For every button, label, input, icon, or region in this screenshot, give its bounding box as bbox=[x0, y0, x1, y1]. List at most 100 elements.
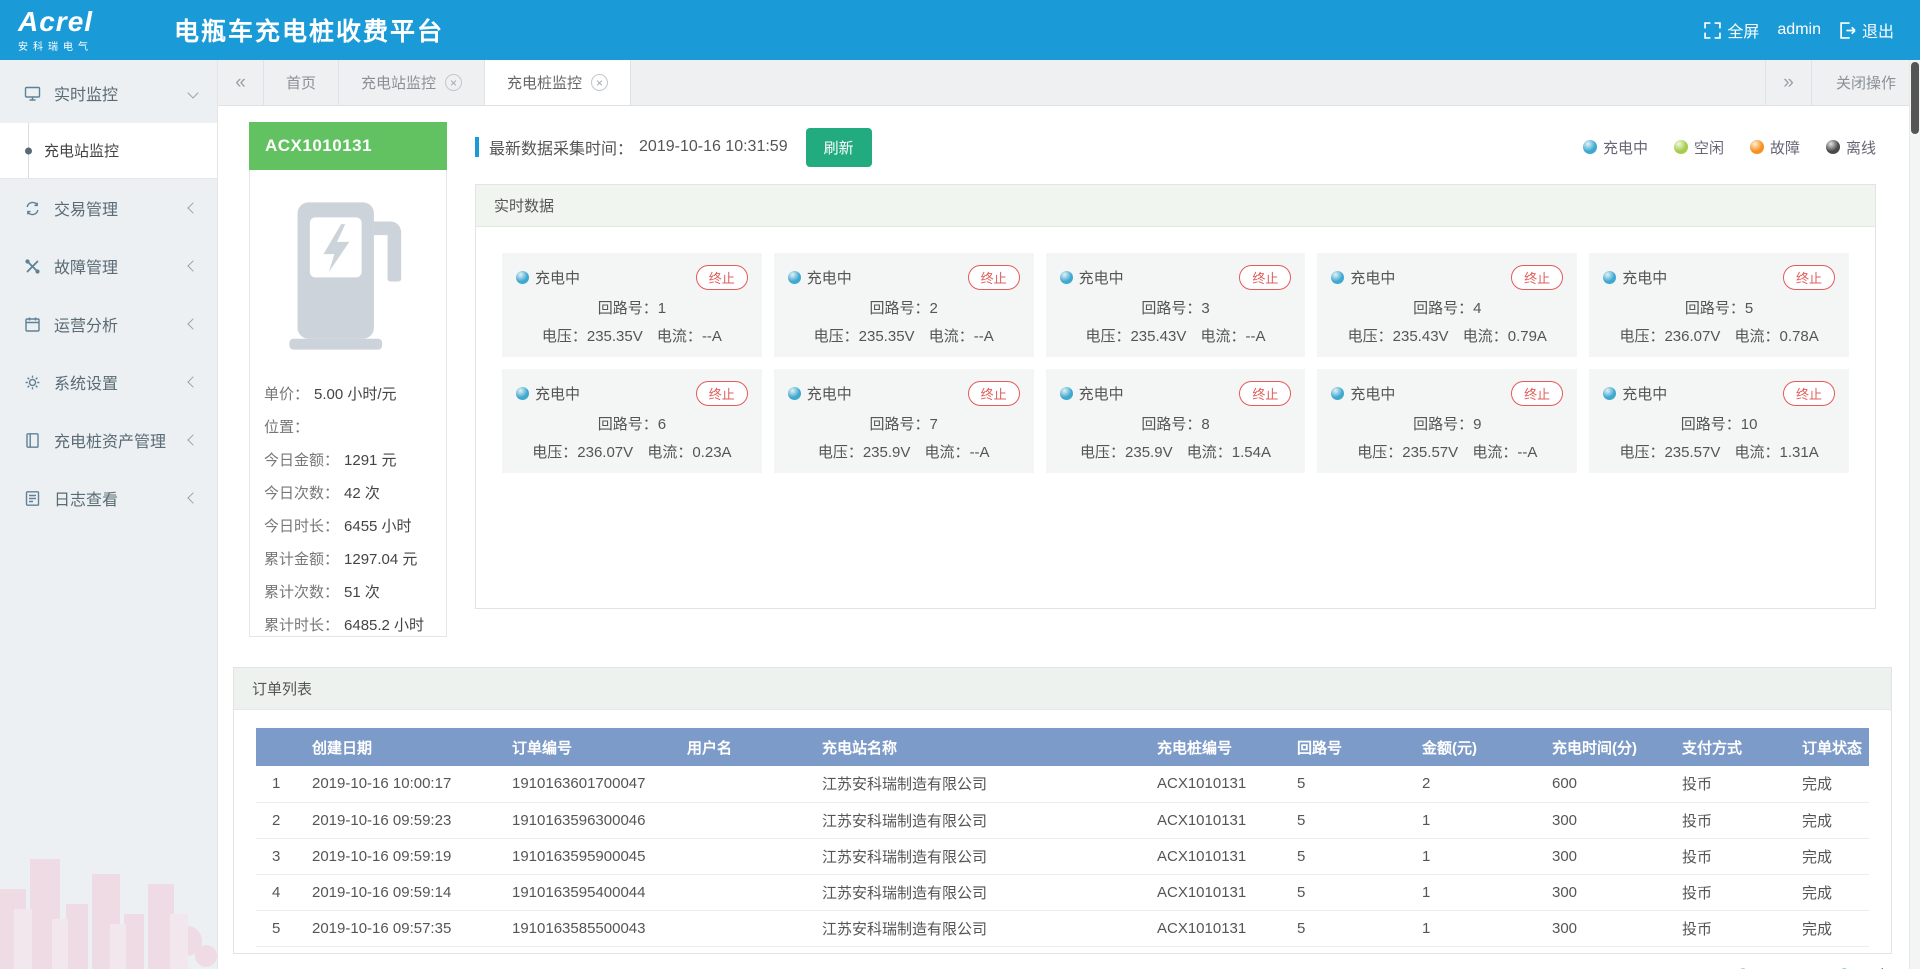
close-tab-icon[interactable] bbox=[591, 74, 608, 91]
tab-bar: 首页 充电站监控 充电桩监控 关闭操作 bbox=[218, 60, 1920, 106]
circuit-card-top: 充电中 终止 bbox=[516, 381, 748, 406]
sidebar-item-settings[interactable]: 系统设置 bbox=[0, 353, 217, 411]
orders-table-body: 1 2019-10-16 10:00:17 1910163601700047 江… bbox=[256, 766, 1869, 946]
fault-tools-icon bbox=[24, 258, 41, 275]
refresh-button[interactable]: 刷新 bbox=[806, 128, 872, 167]
terminate-button[interactable]: 终止 bbox=[1239, 265, 1291, 290]
col-order-no: 订单编号 bbox=[502, 728, 677, 766]
stat-value: 5.00 小时/元 bbox=[314, 386, 397, 403]
cell-pile: ACX1010131 bbox=[1147, 838, 1287, 874]
circuit-status: 充电中 bbox=[516, 383, 580, 404]
circuit-card: 充电中 终止 回路号：9 电压：235.57V bbox=[1317, 369, 1577, 473]
col-pay: 支付方式 bbox=[1672, 728, 1792, 766]
circuit-number-label: 回路号： bbox=[598, 300, 658, 317]
cell-station: 江苏安科瑞制造有限公司 bbox=[812, 874, 1147, 910]
circuit-number-value: 7 bbox=[930, 416, 938, 433]
circuit-card-top: 充电中 终止 bbox=[1060, 265, 1292, 290]
calendar-icon bbox=[24, 316, 41, 333]
circuit-status-label: 充电中 bbox=[1350, 267, 1395, 288]
col-status: 订单状态 bbox=[1792, 728, 1869, 766]
realtime-data-panel: 实时数据 充电中 终止 bbox=[475, 184, 1876, 609]
stat-label: 单价： bbox=[264, 386, 309, 403]
stat-value: 6485.2 小时 bbox=[344, 617, 424, 634]
next-tabs-icon[interactable] bbox=[1765, 60, 1811, 105]
circuit-number-label: 回路号： bbox=[870, 300, 930, 317]
circuit-card: 充电中 终止 回路号：3 电压：235.43V bbox=[1046, 253, 1306, 357]
terminate-button[interactable]: 终止 bbox=[1783, 265, 1835, 290]
transaction-icon bbox=[24, 200, 41, 217]
circuit-metrics-line: 电压：235.9V 电流：1.54A bbox=[1060, 441, 1292, 462]
close-tab-icon[interactable] bbox=[445, 74, 462, 91]
current-label: 电流： bbox=[925, 444, 970, 461]
terminate-button[interactable]: 终止 bbox=[1511, 381, 1563, 406]
row-index: 1 bbox=[256, 766, 302, 802]
current-label: 电流： bbox=[1735, 444, 1780, 461]
sidebar-item-station-monitor[interactable]: 充电站监控 bbox=[0, 122, 217, 178]
circuit-card: 充电中 终止 回路号：10 电压：235.57V bbox=[1589, 369, 1849, 473]
table-row: 1 2019-10-16 10:00:17 1910163601700047 江… bbox=[256, 766, 1869, 802]
cell-date: 2019-10-16 09:59:23 bbox=[302, 802, 502, 838]
content-area: 首页 充电站监控 充电桩监控 关闭操作 ACX1010131 bbox=[218, 60, 1920, 969]
cell-amount: 1 bbox=[1412, 838, 1542, 874]
scrollbar-thumb[interactable] bbox=[1911, 62, 1919, 134]
col-station: 充电站名称 bbox=[812, 728, 1147, 766]
logout-button[interactable]: 退出 bbox=[1839, 18, 1894, 42]
charging-status-icon bbox=[1331, 387, 1344, 400]
terminate-button[interactable]: 终止 bbox=[696, 381, 748, 406]
header-actions: 全屏 admin 退出 bbox=[1704, 18, 1894, 42]
tab-pile-monitor[interactable]: 充电桩监控 bbox=[485, 60, 631, 105]
chevron-left-icon bbox=[187, 318, 198, 329]
voltage-label: 电压： bbox=[814, 328, 859, 345]
fullscreen-button[interactable]: 全屏 bbox=[1704, 18, 1759, 42]
cell-minutes: 300 bbox=[1542, 838, 1672, 874]
device-stat: 今日时长：6455 小时 bbox=[264, 510, 432, 543]
log-document-icon bbox=[24, 490, 41, 507]
legend-label: 故障 bbox=[1770, 137, 1800, 158]
tab-station-monitor[interactable]: 充电站监控 bbox=[339, 60, 485, 105]
circuit-status-label: 充电中 bbox=[807, 383, 852, 404]
sidebar-item-logs[interactable]: 日志查看 bbox=[0, 469, 217, 527]
circuit-card-top: 充电中 终止 bbox=[516, 265, 748, 290]
circuit-number-value: 10 bbox=[1741, 416, 1758, 433]
legend-label: 空闲 bbox=[1694, 137, 1724, 158]
terminate-button[interactable]: 终止 bbox=[1239, 381, 1291, 406]
circuit-status: 充电中 bbox=[516, 267, 580, 288]
current-value: 0.79A bbox=[1508, 328, 1547, 345]
voltage-value: 235.35V bbox=[859, 328, 915, 345]
device-panel: ACX1010131 bbox=[249, 122, 447, 637]
device-stat: 累计金额：1297.04 元 bbox=[264, 543, 432, 576]
sidebar-item-transactions[interactable]: 交易管理 bbox=[0, 179, 217, 237]
terminate-button[interactable]: 终止 bbox=[968, 381, 1020, 406]
terminate-button[interactable]: 终止 bbox=[1783, 381, 1835, 406]
circuit-status: 充电中 bbox=[788, 383, 852, 404]
row-index: 2 bbox=[256, 802, 302, 838]
cell-amount: 1 bbox=[1412, 874, 1542, 910]
prev-tabs-icon[interactable] bbox=[218, 60, 264, 105]
circuit-number-label: 回路号： bbox=[1413, 300, 1473, 317]
username-menu[interactable]: admin bbox=[1777, 21, 1821, 39]
voltage-value: 235.43V bbox=[1130, 328, 1186, 345]
voltage-label: 电压： bbox=[1619, 328, 1664, 345]
sidebar-item-assets[interactable]: 充电桩资产管理 bbox=[0, 411, 217, 469]
col-user: 用户名 bbox=[677, 728, 812, 766]
cell-station: 江苏安科瑞制造有限公司 bbox=[812, 910, 1147, 946]
tab-home[interactable]: 首页 bbox=[264, 60, 339, 105]
chevron-left-icon bbox=[187, 202, 198, 213]
brand-name: Acrel bbox=[18, 8, 158, 36]
sidebar-item-analysis[interactable]: 运营分析 bbox=[0, 295, 217, 353]
col-amount: 金额(元) bbox=[1412, 728, 1542, 766]
device-stat: 今日金额：1291 元 bbox=[264, 444, 432, 477]
cell-minutes: 300 bbox=[1542, 802, 1672, 838]
stat-label: 累计次数： bbox=[264, 584, 339, 601]
vertical-scrollbar bbox=[1909, 60, 1920, 969]
cell-circuit: 5 bbox=[1287, 874, 1412, 910]
accent-bar bbox=[475, 137, 479, 157]
terminate-button[interactable]: 终止 bbox=[968, 265, 1020, 290]
circuit-card-top: 充电中 终止 bbox=[788, 265, 1020, 290]
terminate-button[interactable]: 终止 bbox=[696, 265, 748, 290]
close-operations-button[interactable]: 关闭操作 bbox=[1811, 60, 1920, 105]
chevron-down-icon bbox=[187, 87, 198, 98]
terminate-button[interactable]: 终止 bbox=[1511, 265, 1563, 290]
sidebar-item-faults[interactable]: 故障管理 bbox=[0, 237, 217, 295]
sidebar-item-realtime-monitor[interactable]: 实时监控 bbox=[0, 64, 217, 122]
